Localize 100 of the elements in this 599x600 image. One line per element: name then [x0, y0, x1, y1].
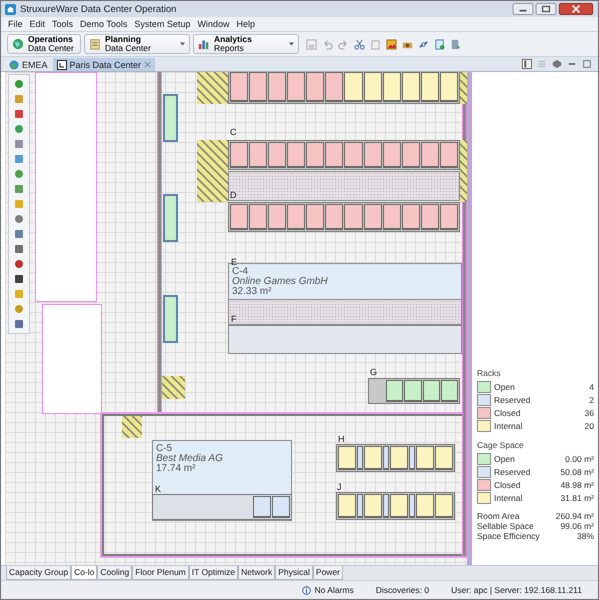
legend-label: Closed	[494, 480, 520, 490]
rack[interactable]	[249, 142, 268, 168]
rack[interactable]	[338, 494, 356, 518]
rack[interactable]	[383, 494, 389, 518]
rack[interactable]	[420, 142, 439, 168]
rack[interactable]	[383, 446, 389, 470]
rack[interactable]	[440, 72, 458, 102]
panel-toggle-icon[interactable]	[522, 59, 532, 69]
rack[interactable]	[364, 142, 382, 168]
rack[interactable]	[287, 204, 306, 230]
maximize-icon[interactable]	[535, 3, 557, 15]
rack[interactable]	[272, 496, 290, 518]
menu-item[interactable]: Help	[236, 19, 255, 29]
rack[interactable]	[422, 380, 440, 402]
close-icon[interactable]	[558, 3, 594, 15]
rack[interactable]	[268, 204, 286, 230]
rack[interactable]	[230, 142, 248, 168]
menu-item[interactable]: Window	[197, 19, 230, 29]
rack[interactable]	[402, 204, 420, 230]
menu-item[interactable]: Edit	[30, 19, 46, 29]
rack[interactable]	[306, 142, 324, 168]
rack[interactable]	[364, 446, 382, 470]
rack[interactable]	[344, 142, 363, 168]
rack[interactable]	[325, 204, 344, 230]
rack[interactable]	[420, 204, 439, 230]
rack[interactable]	[364, 494, 382, 518]
rack[interactable]	[409, 446, 415, 470]
server-icon[interactable]	[450, 38, 461, 50]
menu-item[interactable]: Tools	[52, 19, 74, 29]
menu-item[interactable]: System Setup	[134, 19, 190, 29]
menu-item[interactable]: File	[8, 19, 23, 29]
redo-icon[interactable]	[338, 38, 349, 50]
rack[interactable]	[306, 72, 324, 102]
save-icon[interactable]	[306, 38, 317, 50]
rack[interactable]	[344, 204, 363, 230]
rack[interactable]	[409, 494, 415, 518]
cut-icon[interactable]	[354, 38, 365, 50]
rack[interactable]	[325, 72, 344, 102]
rack[interactable]	[390, 494, 408, 518]
summary-value: 99.06 m²	[560, 521, 594, 531]
view-tab[interactable]: Physical	[275, 566, 313, 580]
app-icon	[5, 4, 16, 14]
paste-icon[interactable]	[370, 38, 381, 50]
rack[interactable]	[382, 72, 401, 102]
tenant-name: Online Games GmbH	[232, 277, 329, 287]
perspective-button[interactable]: Analytics Reports	[193, 34, 299, 54]
rack[interactable]	[440, 142, 458, 168]
editor-tab[interactable]: Paris Data Center	[52, 58, 156, 71]
minimize-icon[interactable]	[512, 3, 534, 15]
rack[interactable]	[435, 494, 453, 518]
rack[interactable]	[163, 194, 178, 242]
rack[interactable]	[364, 72, 382, 102]
rack[interactable]	[440, 204, 458, 230]
rack[interactable]	[386, 380, 404, 402]
editor-tab[interactable]: EMEA	[5, 58, 52, 71]
rack[interactable]	[338, 446, 356, 470]
menu-item[interactable]: Demo Tools	[80, 19, 128, 29]
rack[interactable]	[230, 72, 248, 102]
link-icon[interactable]	[418, 38, 429, 50]
rack[interactable]	[440, 380, 458, 402]
view-tab[interactable]: Floor Plenum	[132, 566, 189, 580]
view-tab[interactable]: Cooling	[97, 566, 132, 580]
rack[interactable]	[287, 72, 306, 102]
rack[interactable]	[357, 494, 363, 518]
perspective-button[interactable]: Planning Data Center	[84, 34, 190, 54]
rack[interactable]	[364, 204, 382, 230]
maximize-icon[interactable]	[582, 59, 592, 69]
rack[interactable]	[357, 446, 363, 470]
rack[interactable]	[404, 380, 422, 402]
rack[interactable]	[249, 72, 268, 102]
document-icon[interactable]	[434, 38, 445, 50]
rack[interactable]	[230, 204, 248, 230]
view-tab[interactable]: Capacity Group	[6, 566, 72, 580]
rack[interactable]	[268, 72, 286, 102]
rack[interactable]	[402, 142, 420, 168]
view-tab[interactable]: IT Optimize	[188, 566, 238, 580]
rack[interactable]	[249, 204, 268, 230]
rack[interactable]	[435, 446, 453, 470]
view-tab[interactable]: Power	[312, 566, 343, 580]
rack[interactable]	[325, 142, 344, 168]
picture-frame-icon[interactable]	[386, 38, 397, 50]
view-tab[interactable]: Network	[238, 566, 276, 580]
rack[interactable]	[416, 494, 434, 518]
rack[interactable]	[306, 204, 324, 230]
undo-icon[interactable]	[322, 38, 333, 50]
view-tab[interactable]: Co-lo	[71, 566, 98, 580]
rack[interactable]	[344, 72, 363, 102]
rack[interactable]	[382, 142, 401, 168]
rack[interactable]	[163, 94, 178, 142]
rack[interactable]	[382, 204, 401, 230]
rack[interactable]	[253, 496, 271, 518]
rack[interactable]	[402, 72, 420, 102]
rack[interactable]	[390, 446, 408, 470]
perspective-button[interactable]: Operations Data Center	[7, 34, 81, 54]
legend-heading: Racks	[477, 368, 502, 378]
rack[interactable]	[268, 142, 286, 168]
rack[interactable]	[416, 446, 434, 470]
rack[interactable]	[420, 72, 439, 102]
rack[interactable]	[287, 142, 306, 168]
rack[interactable]	[163, 295, 178, 343]
